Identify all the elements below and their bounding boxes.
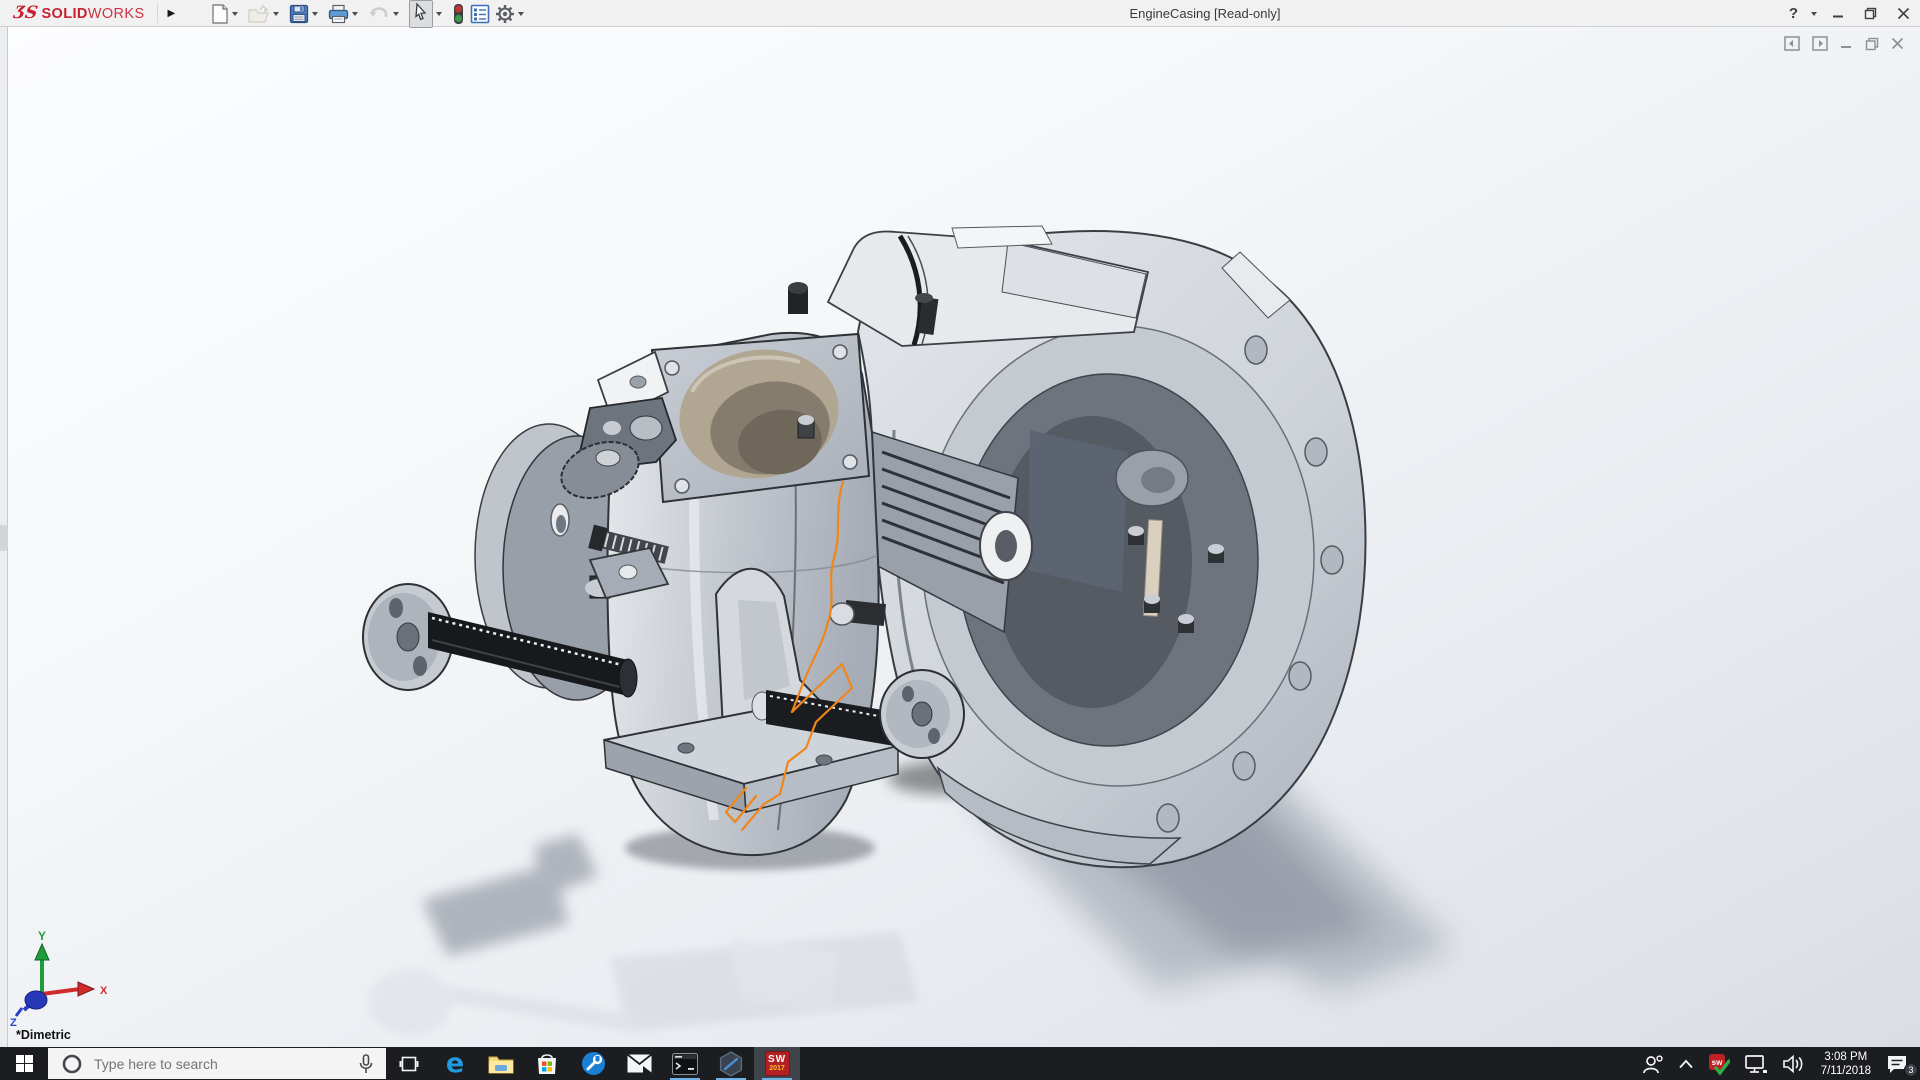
open-folder-icon <box>248 4 270 24</box>
hexagon-app-icon <box>718 1051 744 1077</box>
help-button[interactable]: ? <box>1779 5 1808 22</box>
solidworks-tray-icon[interactable]: sw <box>1701 1047 1737 1080</box>
svg-text:sw: sw <box>1711 1058 1722 1067</box>
carb-mount-plate[interactable] <box>652 334 869 502</box>
people-button[interactable] <box>1635 1047 1671 1080</box>
people-icon <box>1642 1054 1664 1074</box>
task-view-button[interactable] <box>386 1047 432 1080</box>
volume-tray-icon[interactable] <box>1775 1047 1813 1080</box>
chevron-up-icon <box>1678 1059 1694 1069</box>
doc-restore-button[interactable] <box>1865 37 1879 51</box>
dome-bolt <box>830 603 854 625</box>
dropdown-caret[interactable] <box>273 12 279 16</box>
ds-logo-icon: ƷS <box>12 3 39 23</box>
help-dropdown-caret[interactable] <box>1811 12 1817 16</box>
wrench-circle-icon <box>581 1051 606 1076</box>
start-button[interactable] <box>0 1047 48 1080</box>
window-controls: ? <box>1779 0 1920 27</box>
cortana-icon <box>62 1054 82 1074</box>
dropdown-caret[interactable] <box>232 12 238 16</box>
action-center-button[interactable]: 3 <box>1879 1047 1920 1080</box>
properties-list-icon <box>470 4 490 24</box>
taskbar-app-command-prompt[interactable] <box>662 1047 708 1080</box>
triad-y-label: Y <box>38 929 46 943</box>
traffic-light-icon <box>452 3 465 25</box>
edge-icon: e <box>446 1048 464 1079</box>
view-orientation-label: *Dimetric <box>16 1028 71 1042</box>
minimize-button[interactable] <box>1822 8 1854 20</box>
print-button[interactable] <box>327 2 364 26</box>
dropdown-caret[interactable] <box>312 12 318 16</box>
minimize-icon <box>1832 8 1844 20</box>
taskbar-app-settings-tool[interactable] <box>570 1047 616 1080</box>
clock[interactable]: 3:08 PM 7/11/2018 <box>1813 1047 1879 1080</box>
command-prompt-icon <box>672 1053 698 1075</box>
view-settings-button[interactable] <box>451 1 466 27</box>
network-icon <box>1744 1054 1768 1074</box>
divider <box>157 3 158 23</box>
windows-taskbar: e <box>0 1047 1920 1080</box>
notification-badge: 3 <box>1904 1063 1918 1077</box>
tray-time: 3:08 PM <box>1824 1050 1867 1064</box>
solidworks-logo: ƷS SOLID WORKS <box>0 3 155 23</box>
print-icon <box>328 4 349 24</box>
restore-button[interactable] <box>1854 7 1887 20</box>
network-tray-icon[interactable] <box>1737 1047 1775 1080</box>
undo-button[interactable] <box>367 2 405 26</box>
triad-x-label: X <box>100 985 108 997</box>
dropdown-caret[interactable] <box>436 12 442 16</box>
taskbar-app-solidworks[interactable]: SW 2017 <box>754 1047 800 1080</box>
select-button[interactable] <box>408 0 448 30</box>
speaker-icon <box>1782 1054 1806 1074</box>
restore-icon <box>1864 7 1877 20</box>
engine-casing-model[interactable]: Y X Z <box>0 0 1920 1080</box>
taskbar-app-mail[interactable] <box>616 1047 662 1080</box>
solidworks-window: ƷS SOLID WORKS ▶ <box>0 0 1920 1080</box>
show-hidden-icons-button[interactable] <box>1671 1047 1701 1080</box>
show-left-pane-button[interactable] <box>1784 36 1800 51</box>
close-icon <box>1897 7 1910 20</box>
dropdown-caret[interactable] <box>352 12 358 16</box>
cursor-icon <box>412 2 430 21</box>
microphone-icon[interactable] <box>358 1054 374 1074</box>
gear-icon <box>495 4 515 24</box>
document-title: EngineCasing [Read-only] <box>1129 6 1280 21</box>
dropdown-caret[interactable] <box>518 12 524 16</box>
taskbar-app-hexagon[interactable] <box>708 1047 754 1080</box>
save-icon <box>289 4 309 24</box>
open-button[interactable] <box>247 2 285 26</box>
title-bar: ƷS SOLID WORKS ▶ <box>0 0 1920 27</box>
properties-button[interactable] <box>469 2 491 26</box>
mail-icon <box>627 1054 652 1073</box>
options-button[interactable] <box>494 2 530 26</box>
save-button[interactable] <box>288 2 324 26</box>
search-input[interactable] <box>94 1056 358 1072</box>
dropdown-caret[interactable] <box>393 12 399 16</box>
taskbar-search[interactable] <box>48 1048 386 1079</box>
document-window-controls <box>1784 36 1904 51</box>
taskbar-app-store[interactable] <box>524 1047 570 1080</box>
system-tray: sw 3:08 PM <box>1635 1047 1920 1080</box>
solidworks-2017-icon: SW 2017 <box>765 1051 790 1076</box>
new-document-button[interactable] <box>210 2 244 26</box>
menu-expand-arrow[interactable]: ▶ <box>160 8 184 19</box>
show-right-pane-button[interactable] <box>1812 36 1828 51</box>
undo-icon <box>368 4 390 24</box>
panel-collapse-handle[interactable] <box>0 525 8 551</box>
taskbar-app-edge[interactable]: e <box>432 1047 478 1080</box>
new-document-icon <box>211 4 229 24</box>
quick-access-toolbar <box>210 0 533 27</box>
task-view-icon <box>399 1054 419 1074</box>
solidworks-check-icon: sw <box>1708 1053 1730 1075</box>
reference-triad: Y X Z <box>10 929 108 1029</box>
windows-logo-icon <box>16 1055 33 1072</box>
doc-minimize-button[interactable] <box>1840 37 1853 50</box>
store-icon <box>535 1052 559 1076</box>
tray-date: 7/11/2018 <box>1821 1064 1871 1078</box>
close-button[interactable] <box>1887 7 1920 20</box>
file-explorer-icon <box>488 1053 514 1075</box>
doc-close-button[interactable] <box>1891 37 1904 50</box>
taskbar-app-file-explorer[interactable] <box>478 1047 524 1080</box>
